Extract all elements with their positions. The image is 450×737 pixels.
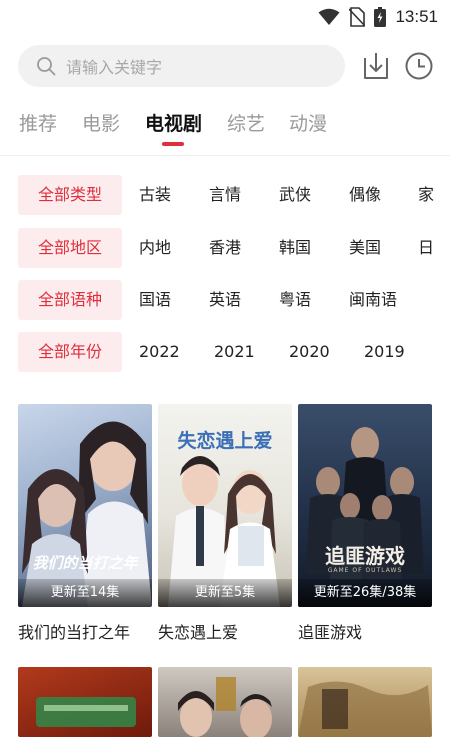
filter-region-all[interactable]: 全部地区	[18, 228, 122, 268]
poster-image[interactable]: 我们的当打之年 更新至14集	[18, 404, 152, 607]
poster-subtitle-art: GAME OF OUTLAWS	[327, 567, 403, 574]
filter-row-year: 全部年份 2022 2021 2020 2019	[0, 332, 450, 372]
filter-option[interactable]: 英语	[209, 280, 241, 320]
no-sim-icon	[349, 7, 366, 27]
poster-art	[306, 427, 424, 579]
filter-year-all[interactable]: 全部年份	[18, 332, 122, 372]
filter-option[interactable]: 2022	[139, 332, 180, 372]
battery-icon	[374, 7, 387, 27]
category-tabs: 推荐 电影 电视剧 综艺 动漫	[0, 103, 450, 153]
card-title[interactable]: 我们的当打之年	[18, 619, 152, 643]
filter-language-all[interactable]: 全部语种	[18, 280, 122, 320]
filter-option[interactable]: 古装	[139, 175, 171, 215]
show-card[interactable]: 失恋遇上爱 更新至5集 失恋遇上爱	[158, 404, 292, 643]
filter-option[interactable]: 偶像	[349, 175, 381, 215]
tab-indicator	[162, 142, 184, 146]
poster-art	[178, 677, 272, 737]
poster-image[interactable]	[298, 667, 432, 737]
status-bar: 13:51	[0, 0, 450, 36]
poster-image[interactable]	[18, 667, 152, 737]
tab-variety[interactable]: 综艺	[227, 109, 265, 136]
wifi-icon	[318, 8, 340, 25]
filter-row-language: 全部语种 国语 英语 粤语 闽南语	[0, 280, 450, 320]
filter-option[interactable]: 粤语	[279, 280, 311, 320]
search-placeholder: 请输入关键字	[66, 58, 163, 77]
filter-option[interactable]: 武侠	[279, 175, 311, 215]
status-time: 13:51	[395, 7, 438, 26]
update-badge: 更新至26集/38集	[298, 579, 432, 607]
search-icon	[37, 57, 56, 76]
update-badge: 更新至14集	[18, 579, 152, 607]
filter-option[interactable]: 2020	[289, 332, 330, 372]
poster-image[interactable]: 失恋遇上爱 更新至5集	[158, 404, 292, 607]
filter-row-type: 全部类型 古装 言情 武侠 偶像 家	[0, 175, 450, 215]
poster-title-art: 追匪游戏	[325, 544, 405, 568]
poster-art	[298, 681, 432, 737]
filter-option[interactable]: 闽南语	[349, 280, 397, 320]
filter-option[interactable]: 言情	[209, 175, 241, 215]
tab-recommend[interactable]: 推荐	[19, 109, 57, 136]
filter-option[interactable]: 内地	[139, 228, 171, 268]
poster-image[interactable]: 追匪游戏 GAME OF OUTLAWS 更新至26集/38集	[298, 404, 432, 607]
filter-type-all[interactable]: 全部类型	[18, 175, 122, 215]
show-card[interactable]: 我们的当打之年 更新至14集 我们的当打之年	[18, 404, 152, 643]
filter-option[interactable]: 日	[418, 228, 434, 268]
filter-option[interactable]: 2019	[364, 332, 405, 372]
card-title[interactable]: 追匪游戏	[298, 619, 432, 643]
tab-anime[interactable]: 动漫	[289, 109, 327, 136]
search-input[interactable]: 请输入关键字	[18, 45, 345, 87]
update-badge: 更新至5集	[158, 579, 292, 607]
download-icon[interactable]	[361, 50, 391, 82]
poster-title-art: 失恋遇上爱	[177, 430, 273, 452]
filter-option[interactable]: 2021	[214, 332, 255, 372]
poster-art	[36, 697, 136, 727]
history-icon[interactable]	[404, 51, 434, 81]
filter-option[interactable]: 家	[418, 175, 434, 215]
tab-movies[interactable]: 电影	[82, 109, 120, 136]
poster-image[interactable]	[158, 667, 292, 737]
filter-option[interactable]: 美国	[349, 228, 381, 268]
show-card[interactable]: 追匪游戏 GAME OF OUTLAWS 更新至26集/38集 追匪游戏	[298, 404, 432, 643]
divider	[0, 155, 450, 156]
filter-option[interactable]: 国语	[139, 280, 171, 320]
filter-option[interactable]: 韩国	[279, 228, 311, 268]
filter-option[interactable]: 香港	[209, 228, 241, 268]
filter-row-region: 全部地区 内地 香港 韩国 美国 日	[0, 228, 450, 268]
poster-title-art: 我们的当打之年	[32, 554, 138, 572]
card-title[interactable]: 失恋遇上爱	[158, 619, 292, 643]
poster-art	[22, 421, 152, 607]
tab-tv-series[interactable]: 电视剧	[145, 109, 202, 136]
